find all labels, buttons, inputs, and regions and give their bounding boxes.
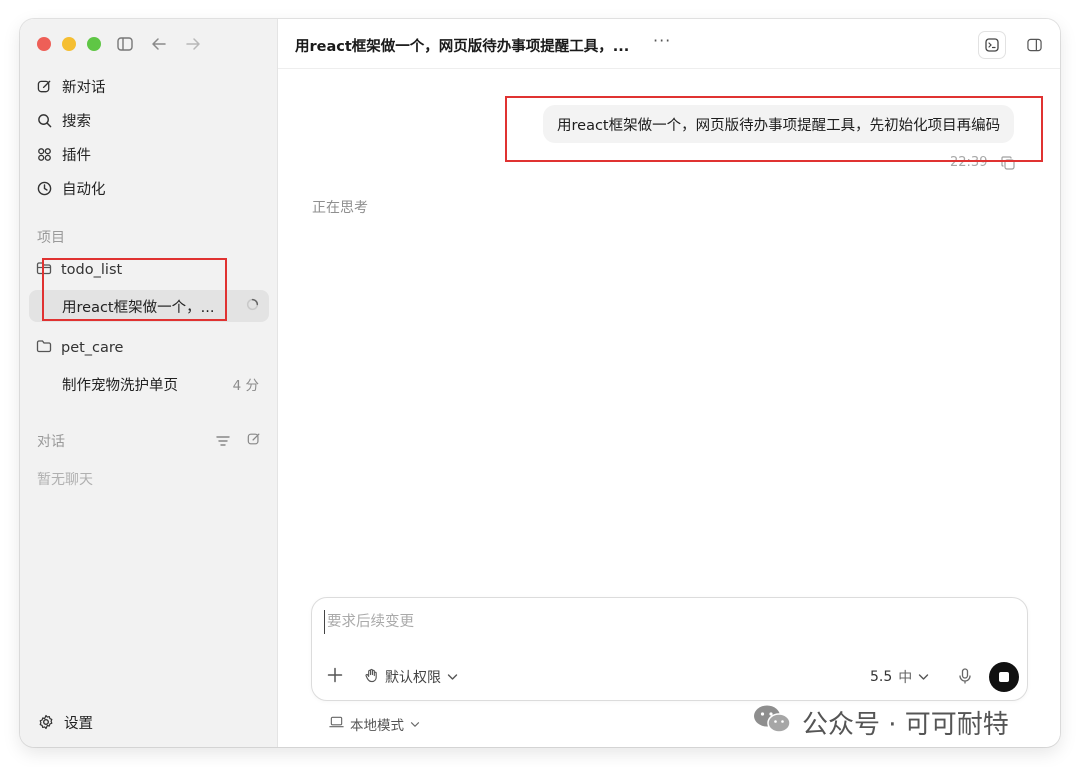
nav-new-chat-label: 新对话 [62,79,106,96]
loading-spinner-icon [246,298,259,315]
chevron-down-icon [447,669,458,685]
mode-label: 本地模式 [350,718,404,734]
right-panel-toggle-icon[interactable] [1020,31,1048,59]
project-pet-care-label: pet_care [61,340,124,356]
mode-selector[interactable]: 本地模式 [329,714,420,734]
sidebar: 新对话 搜索 插件 自动化 项目 todo_list 用react框架做一个，.… [20,19,278,747]
settings-label: 设置 [64,715,93,732]
conversation-title: 用react框架做一个，网页版待办事项提醒工具，... [295,39,630,55]
follow-up-input[interactable] [324,610,1004,634]
settings-button[interactable]: 设置 [38,709,93,735]
stop-generation-button[interactable] [989,662,1019,692]
terminal-icon[interactable] [978,31,1006,59]
chats-section-label: 对话 [37,434,65,450]
composer: 默认权限 5.5 中 [311,597,1028,701]
thread-pet-care-time: 4 分 [232,378,259,394]
permission-label: 默认权限 [385,670,441,686]
model-version: 5.5 [870,669,893,685]
minimize-window-button[interactable] [62,37,76,51]
project-pet-care[interactable]: pet_care [36,335,123,361]
nav-plugins-label: 插件 [62,147,91,164]
new-chat-small-icon[interactable] [247,431,261,450]
forward-arrow-icon[interactable] [182,33,204,55]
maximize-window-button[interactable] [87,37,101,51]
search-icon [36,112,52,128]
nav-automation-label: 自动化 [62,181,106,198]
edit-icon [36,78,52,94]
nav-plugins[interactable]: 插件 [36,141,91,167]
model-selector[interactable]: 5.5 中 [870,667,929,687]
clock-icon [36,180,52,196]
plus-icon [327,667,343,687]
thinking-status: 正在思考 [312,200,368,216]
back-arrow-icon[interactable] [148,33,170,55]
wechat-icon [752,703,792,742]
plugins-icon [36,146,52,162]
thread-pet-care-title: 制作宠物洗护单页 [62,377,178,394]
chevron-down-icon [918,669,929,685]
watermark: 公众号 · 可可耐特 [752,703,1009,742]
highlight-box-thread [42,258,227,321]
chevron-down-icon [410,716,420,732]
hand-icon [364,668,379,687]
folder-icon [36,339,52,357]
chats-empty-text: 暂无聊天 [37,472,93,488]
close-window-button[interactable] [37,37,51,51]
nav-search-label: 搜索 [62,113,91,130]
sidebar-toggle-icon[interactable] [114,33,136,55]
gear-icon [38,714,54,730]
more-options-icon[interactable]: ··· [653,31,671,50]
reasoning-level: 中 [898,670,913,686]
watermark-text: 公众号 · 可可耐特 [802,710,1009,740]
title-bar: 用react框架做一个，网页版待办事项提醒工具，... ··· [278,19,1060,69]
permission-selector[interactable]: 默认权限 [364,667,458,687]
nav-search[interactable]: 搜索 [36,107,91,133]
nav-automation[interactable]: 自动化 [36,175,106,201]
microphone-icon[interactable] [958,668,972,684]
projects-section-label: 项目 [37,230,65,246]
highlight-box-message [505,96,1043,162]
nav-new-chat[interactable]: 新对话 [36,73,106,99]
filter-icon[interactable] [216,432,230,451]
add-attachment-button[interactable] [327,667,343,687]
laptop-icon [329,716,344,732]
stop-icon [999,672,1009,682]
thread-pet-care[interactable]: 制作宠物洗护单页 4 分 [29,368,269,400]
